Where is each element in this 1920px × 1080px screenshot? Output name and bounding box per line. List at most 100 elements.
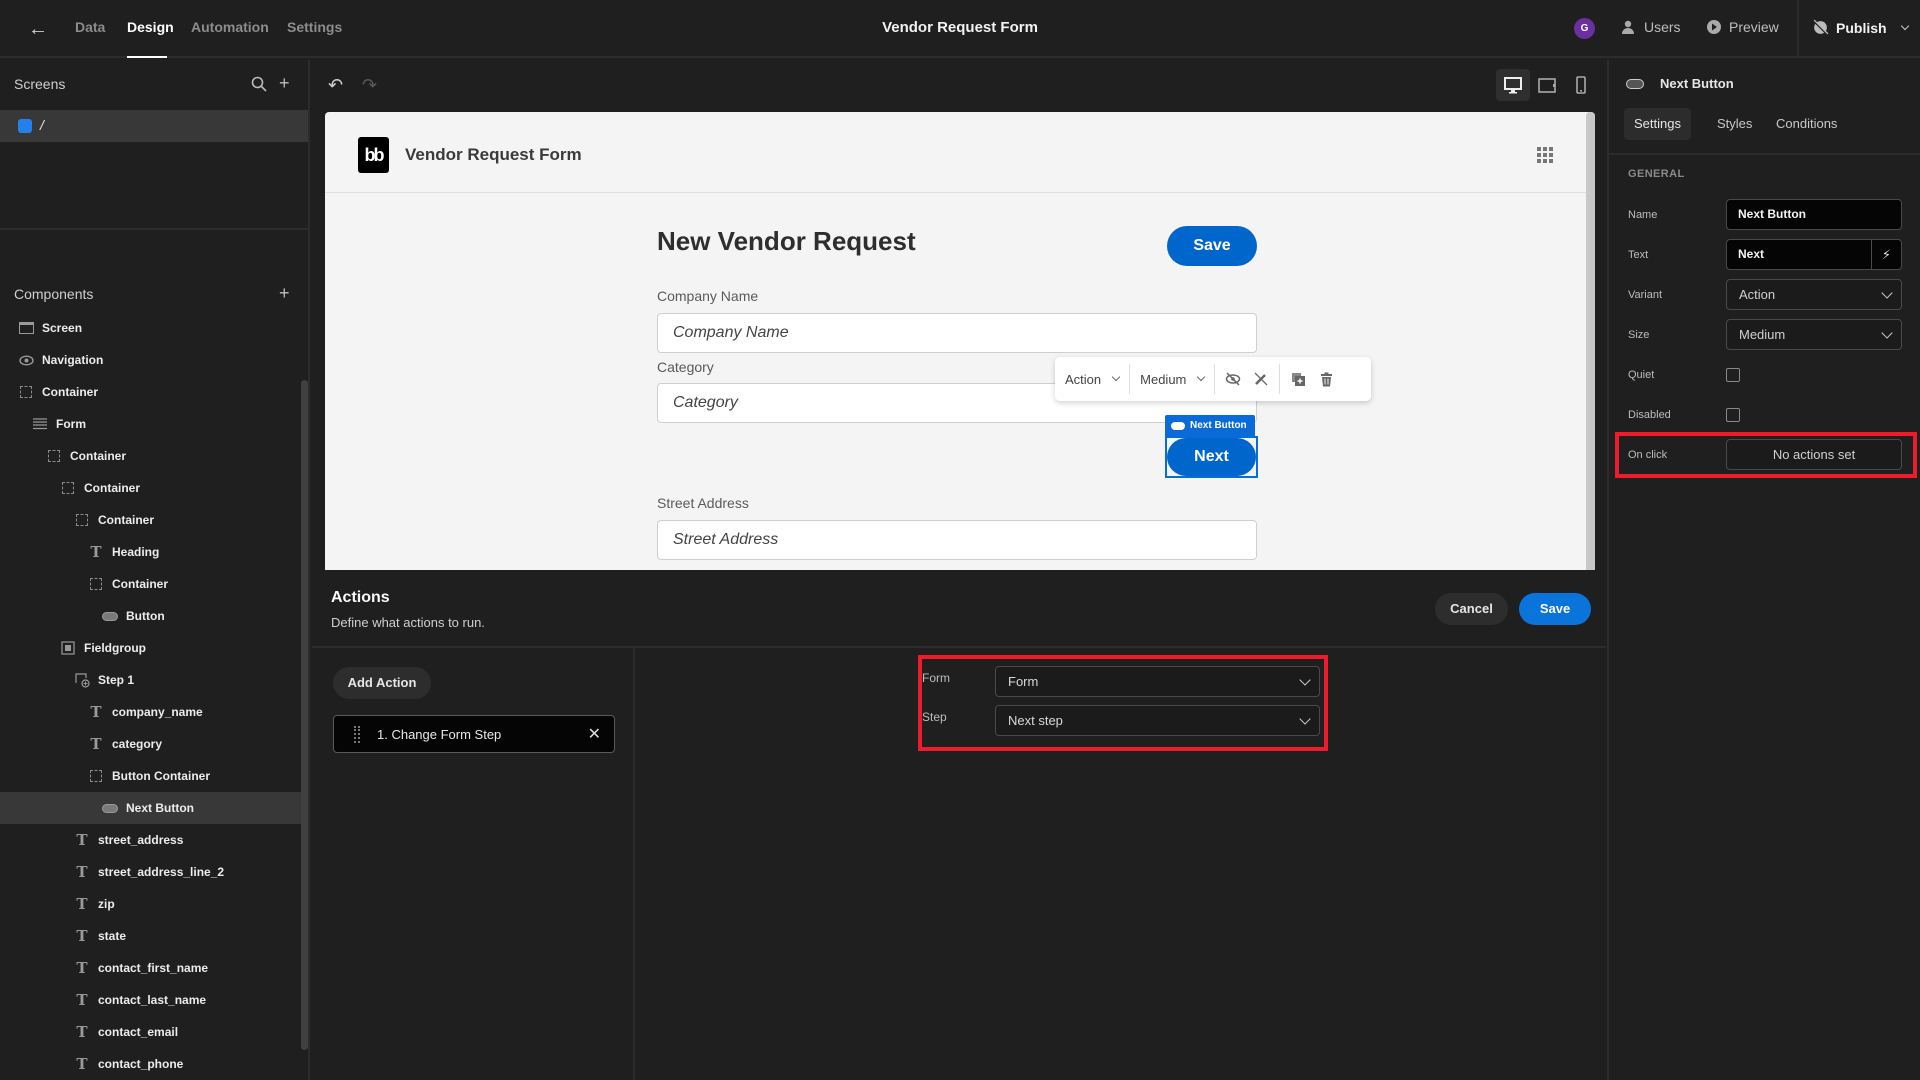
chevron-down-icon — [1881, 327, 1893, 339]
component-tree-label: category — [112, 737, 163, 751]
street-address-input[interactable]: Street Address — [657, 520, 1257, 560]
component-tree-item[interactable]: Step 1 — [0, 664, 302, 696]
component-tree-item[interactable]: Tcontact_phone — [0, 1048, 302, 1080]
component-tree-label: Form — [56, 417, 86, 431]
variant-select-value: Action — [1739, 287, 1776, 302]
user-avatar[interactable]: G — [1574, 18, 1595, 39]
component-tree-item[interactable]: Tcontact_email — [0, 1016, 302, 1048]
app-logo: bb — [358, 137, 389, 173]
component-tree-item[interactable]: T Heading — [0, 536, 302, 568]
component-tree-item[interactable]: Tstreet_address_line_2 — [0, 856, 302, 888]
form-heading[interactable]: New Vendor Request — [657, 226, 916, 257]
component-tree-item[interactable]: Next Button — [0, 792, 302, 824]
eye-off-icon[interactable] — [1225, 371, 1241, 387]
publish-button[interactable]: Publish — [1812, 19, 1909, 36]
sidebar-scrollbar[interactable] — [301, 380, 308, 1050]
pencil-off-icon[interactable] — [1253, 371, 1269, 387]
action-list-item[interactable]: 1. Change Form Step ✕ — [333, 715, 615, 753]
component-tree-item[interactable]: Fieldgroup — [0, 632, 302, 664]
preview-save-button[interactable]: Save — [1167, 226, 1257, 266]
active-tab-indicator — [127, 56, 167, 58]
redo-icon[interactable]: ↷ — [362, 75, 377, 96]
app-nav-header: bb Vendor Request Form — [325, 112, 1586, 193]
size-select[interactable]: Medium — [1726, 319, 1902, 350]
users-button[interactable]: Users — [1621, 19, 1681, 35]
tab-data[interactable]: Data — [75, 19, 105, 35]
component-quick-toolbar: Action Medium — [1055, 357, 1371, 401]
undo-icon[interactable]: ↶ — [328, 75, 343, 96]
button-icon — [1171, 421, 1185, 430]
tab-design[interactable]: Design — [127, 19, 174, 35]
quiet-checkbox[interactable] — [1726, 368, 1740, 382]
back-arrow-icon[interactable]: ← — [28, 18, 50, 40]
actions-title: Actions — [331, 589, 390, 606]
component-tree-item[interactable]: Tcontact_last_name — [0, 984, 302, 1016]
component-tree-item[interactable]: Tcategory — [0, 728, 302, 760]
component-tree-item[interactable]: Container — [0, 568, 302, 600]
component-tree-item[interactable]: Screen — [0, 312, 302, 344]
mobile-view-button[interactable] — [1564, 69, 1598, 101]
remove-action-icon[interactable]: ✕ — [588, 724, 601, 744]
component-tree-label: Button — [126, 609, 165, 623]
add-screen-icon[interactable]: + — [279, 74, 290, 92]
component-tree-item[interactable]: Tstate — [0, 920, 302, 952]
name-input[interactable]: Next Button — [1726, 199, 1902, 230]
cancel-button[interactable]: Cancel — [1435, 593, 1508, 625]
screen-item[interactable]: / — [0, 110, 308, 142]
save-actions-button[interactable]: Save — [1519, 593, 1591, 625]
component-tree-label: Container — [98, 513, 155, 527]
disabled-checkbox[interactable] — [1726, 408, 1740, 422]
component-tree-item[interactable]: Container — [0, 472, 302, 504]
properties-panel: Next Button Settings Styles Conditions G… — [1607, 60, 1920, 1080]
actions-subtitle: Define what actions to run. — [331, 615, 485, 630]
tab-settings[interactable]: Settings — [287, 19, 342, 35]
text-icon: T — [90, 735, 102, 753]
variant-quick-select[interactable]: Action — [1055, 364, 1131, 394]
tab-conditions[interactable]: Conditions — [1766, 108, 1847, 140]
duplicate-icon[interactable] — [1290, 371, 1306, 387]
component-tree-item[interactable]: Tcompany_name — [0, 696, 302, 728]
tab-settings-props[interactable]: Settings — [1624, 108, 1691, 140]
text-input[interactable]: Next ⚡ — [1726, 239, 1902, 270]
size-quick-select[interactable]: Medium — [1130, 364, 1216, 394]
company-name-input[interactable]: Company Name — [657, 313, 1257, 353]
text-icon: T — [76, 1023, 88, 1041]
quiet-label: Quiet — [1628, 369, 1655, 381]
drag-handle-icon[interactable] — [354, 726, 360, 743]
component-tree-item[interactable]: Container — [0, 376, 302, 408]
screen-color-swatch — [18, 119, 32, 133]
chevron-down-icon — [1197, 372, 1206, 382]
tab-automation[interactable]: Automation — [191, 19, 269, 35]
preview-next-button[interactable]: Next — [1167, 438, 1256, 476]
preview-button[interactable]: Preview — [1706, 19, 1779, 35]
component-tree-item[interactable]: Form — [0, 408, 302, 440]
search-icon[interactable] — [251, 76, 267, 97]
lightning-icon[interactable]: ⚡ — [1871, 240, 1901, 269]
add-action-button[interactable]: Add Action — [333, 667, 431, 699]
heading-icon: T — [90, 543, 102, 561]
button-icon — [102, 609, 118, 623]
app-preview-canvas[interactable]: bb Vendor Request Form New Vendor Reques… — [325, 112, 1595, 570]
app-nav-title: Vendor Request Form — [405, 145, 582, 164]
grid-menu-icon[interactable] — [1537, 147, 1553, 163]
component-tree-label: street_address_line_2 — [98, 865, 225, 879]
component-tree-item[interactable]: Tcontact_first_name — [0, 952, 302, 984]
component-tree-item[interactable]: Tzip — [0, 888, 302, 920]
chevron-down-icon — [1111, 372, 1121, 382]
preview-scrollbar[interactable] — [1586, 112, 1595, 570]
add-component-icon[interactable]: + — [279, 284, 290, 302]
component-tree-item[interactable]: Container — [0, 504, 302, 536]
trash-icon[interactable] — [1318, 371, 1334, 387]
category-label: Category — [657, 359, 714, 375]
component-tree-label: contact_last_name — [98, 993, 207, 1007]
component-tree-item[interactable]: Container — [0, 440, 302, 472]
component-tree-item[interactable]: Tstreet_address — [0, 824, 302, 856]
variant-select[interactable]: Action — [1726, 279, 1902, 310]
tablet-view-button[interactable] — [1530, 69, 1564, 101]
component-tree-item[interactable]: Navigation — [0, 344, 302, 376]
component-tree-item[interactable]: Button — [0, 600, 302, 632]
desktop-view-button[interactable] — [1496, 69, 1530, 101]
component-tree-item[interactable]: Button Container — [0, 760, 302, 792]
play-icon — [1707, 20, 1721, 34]
tab-styles[interactable]: Styles — [1707, 108, 1762, 140]
